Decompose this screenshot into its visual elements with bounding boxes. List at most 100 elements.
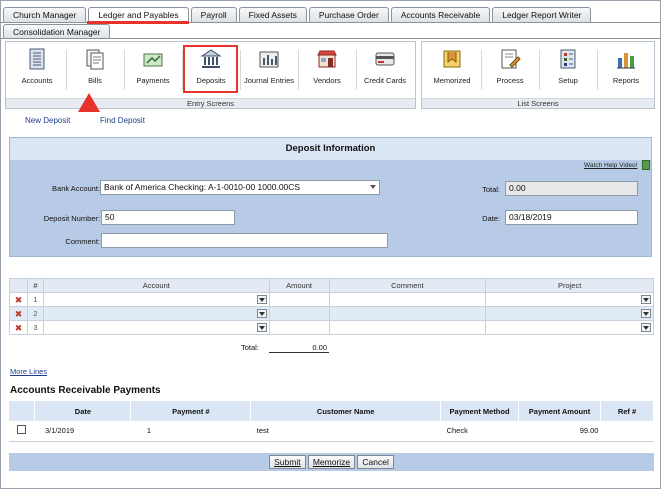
comment-cell[interactable] [328, 306, 487, 321]
memorize-button[interactable]: Memorize [307, 455, 356, 469]
bank-account-select[interactable]: Bank of America Checking: A-1-0010-00 10… [100, 180, 380, 195]
find-deposit-link[interactable]: Find Deposit [100, 116, 145, 125]
more-lines-link[interactable]: More Lines [10, 367, 47, 376]
action-bar: Submit Memorize Cancel [9, 453, 654, 471]
accounts-icon [29, 48, 45, 70]
toolbar-label: Vendors [313, 76, 341, 85]
toolbar-accounts[interactable]: Accounts [9, 48, 65, 94]
chevron-down-icon [258, 312, 265, 316]
ar-header-date: Date [34, 401, 132, 421]
panel-title: Deposit Information [10, 138, 651, 160]
toolbar-journal-entries[interactable]: Journal Entries [241, 48, 297, 94]
tab-payroll[interactable]: Payroll [190, 7, 237, 22]
bank-account-label: Bank Account: [52, 184, 100, 193]
deposit-number-label: Deposit Number: [43, 214, 100, 223]
ar-header-row: Date Payment # Customer Name Payment Met… [9, 401, 655, 421]
tab-church-manager[interactable]: Church Manager [3, 7, 87, 22]
toolbar-payments[interactable]: Payments [125, 48, 181, 94]
line-number: 1 [26, 292, 44, 307]
toolbar-process[interactable]: Process [482, 48, 538, 94]
date-label: Date: [482, 214, 500, 223]
cancel-button[interactable]: Cancel [357, 455, 394, 469]
setup-icon [560, 49, 576, 69]
comment-cell[interactable] [328, 292, 487, 307]
project-cell[interactable] [485, 292, 654, 307]
toolbar-label: Memorized [433, 76, 471, 85]
bank-account-value: Bank of America Checking: A-1-0010-00 10… [104, 182, 301, 192]
tab-ledger-and-payables[interactable]: Ledger and Payables [88, 7, 189, 22]
video-icon[interactable] [642, 160, 650, 170]
process-icon [501, 49, 521, 69]
module-tabs: Church Manager Ledger and Payables Payro… [3, 7, 593, 22]
lines-total-label: Total: [241, 343, 259, 352]
module-tabs-row2: Consolidation Manager [3, 24, 112, 39]
toolbar-memorized[interactable]: Memorized [424, 48, 480, 94]
deposit-information-panel: Deposit Information Watch Help Video! Ba… [9, 137, 652, 257]
date-field[interactable]: 03/18/2019 [505, 210, 638, 225]
pointer-arrow-icon [78, 93, 100, 112]
row-select[interactable] [9, 421, 35, 442]
chevron-down-icon [258, 326, 265, 330]
table-row: ✖ 2 [9, 306, 654, 321]
account-cell[interactable] [42, 292, 270, 307]
tab-accounts-receivable[interactable]: Accounts Receivable [390, 7, 491, 22]
delete-line-icon[interactable]: ✖ [9, 320, 28, 335]
comment-label: Comment: [65, 237, 100, 246]
ar-payments-table: Date Payment # Customer Name Payment Met… [9, 401, 655, 442]
toolbar-vendors[interactable]: Vendors [299, 48, 355, 94]
grid-header-num: # [26, 278, 44, 293]
deposit-lines-table: # Account Amount Comment Project ✖ 1 ✖ 2… [9, 278, 654, 335]
submit-button[interactable]: Submit [269, 455, 306, 469]
chevron-down-icon [258, 298, 265, 302]
bills-icon [86, 49, 104, 70]
delete-line-icon[interactable]: ✖ [9, 306, 28, 321]
toolbar-setup[interactable]: Setup [540, 48, 596, 94]
ar-header-payment-no: Payment # [130, 401, 252, 421]
chevron-down-icon [643, 312, 649, 316]
toolbar-reports[interactable]: Reports [598, 48, 654, 94]
account-dropdown[interactable] [256, 323, 267, 332]
project-cell[interactable] [485, 306, 654, 321]
lines-total-value: 0.00 [269, 343, 329, 353]
row-checkbox[interactable] [17, 425, 27, 435]
total-field: 0.00 [505, 181, 638, 196]
memorize-label: Memorize [312, 457, 351, 467]
project-dropdown[interactable] [641, 309, 651, 318]
grid-header-project: Project [485, 278, 654, 293]
toolbar-bills[interactable]: Bills [67, 48, 123, 94]
total-label: Total: [482, 185, 500, 194]
amount-cell[interactable] [268, 292, 330, 307]
account-dropdown[interactable] [256, 295, 267, 304]
project-cell[interactable] [485, 320, 654, 335]
deposit-number-field[interactable]: 50 [101, 210, 235, 225]
account-cell[interactable] [42, 320, 270, 335]
project-dropdown[interactable] [641, 295, 651, 304]
amount-cell[interactable] [268, 320, 330, 335]
grid-header-blank [9, 278, 28, 293]
payments-icon [143, 53, 163, 67]
tab-purchase-order[interactable]: Purchase Order [308, 7, 389, 22]
chevron-down-icon [643, 326, 649, 330]
table-row: ✖ 1 [9, 292, 654, 307]
account-cell[interactable] [42, 306, 270, 321]
toolbar-label: Credit Cards [363, 76, 407, 85]
comment-field[interactable] [101, 233, 388, 248]
amount-cell[interactable] [268, 306, 330, 321]
comment-cell[interactable] [328, 320, 487, 335]
project-dropdown[interactable] [641, 323, 651, 332]
toolbar-credit-cards[interactable]: Credit Cards [357, 48, 413, 94]
payment-ref [600, 421, 654, 442]
watch-help-video-link[interactable]: Watch Help Video! [584, 162, 637, 169]
delete-line-icon[interactable]: ✖ [9, 292, 28, 307]
ar-header-select [9, 401, 36, 421]
tab-fixed-assets[interactable]: Fixed Assets [238, 7, 307, 22]
new-deposit-link[interactable]: New Deposit [25, 116, 70, 125]
vendors-icon [317, 50, 337, 68]
account-dropdown[interactable] [256, 309, 267, 318]
tab-consolidation-manager[interactable]: Consolidation Manager [3, 24, 111, 39]
tab-ledger-report-writer[interactable]: Ledger Report Writer [492, 7, 592, 22]
list-screens-caption: List Screens [422, 98, 654, 108]
ar-header-ref: Ref # [600, 401, 655, 421]
payment-method: Check [440, 421, 519, 442]
journal-icon [259, 51, 279, 68]
